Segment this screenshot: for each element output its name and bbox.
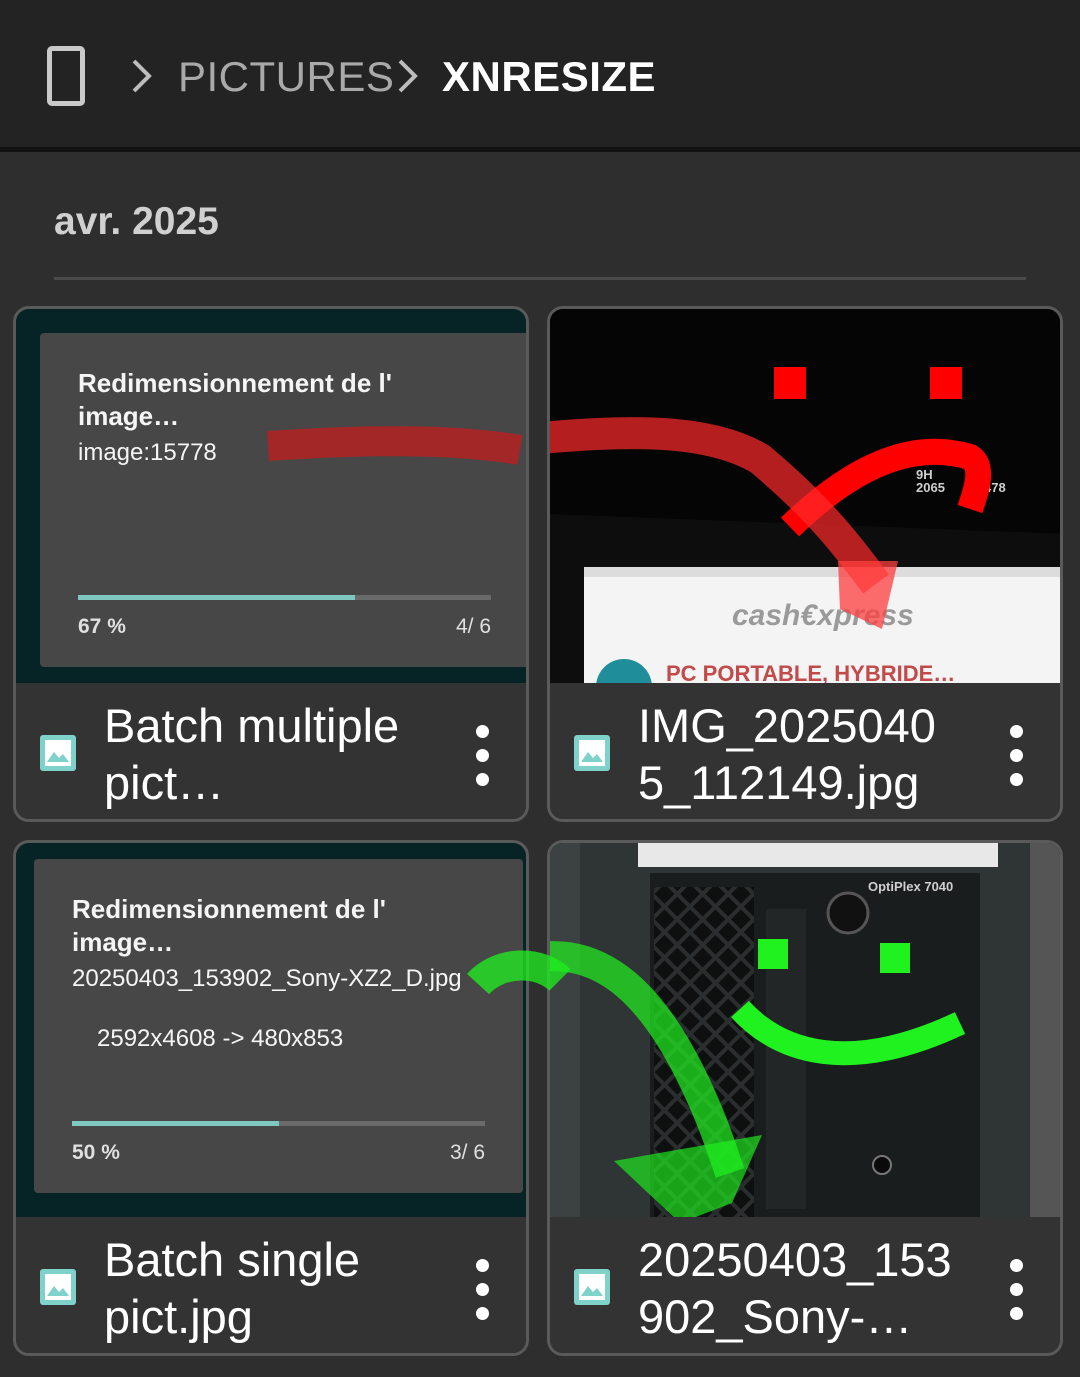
image-file-icon bbox=[574, 735, 610, 771]
file-name: Batch single pict.jpg bbox=[104, 1233, 361, 1343]
dialog-message: 20250403_153902_Sony-XZ2_D.jpg bbox=[72, 965, 462, 992]
image-file-icon bbox=[40, 1269, 76, 1305]
more-vert-icon[interactable] bbox=[468, 1259, 498, 1320]
dialog-title: Redimensionnement de l' image… bbox=[72, 894, 386, 957]
section-date-header: avr. 2025 bbox=[54, 200, 219, 243]
dialog-message: image:15778 bbox=[78, 439, 217, 466]
file-card-batch-single[interactable]: Redimensionnement de l' image… 20250403_… bbox=[13, 840, 529, 1356]
progress-bar bbox=[72, 1121, 485, 1126]
photo-model: OptiPlex 7040 bbox=[868, 879, 953, 894]
progress-percent: 67 % bbox=[78, 615, 126, 638]
file-name: Batch multiple pict… bbox=[104, 699, 400, 809]
photo-caption: PC PORTABLE, HYBRIDE… bbox=[666, 661, 955, 683]
file-name: IMG_20250405_112149.jpg bbox=[638, 699, 936, 809]
image-file-icon bbox=[40, 735, 76, 771]
photo-label-mid: 2065 bbox=[916, 480, 945, 495]
progress-bar bbox=[78, 595, 491, 600]
progress-fill bbox=[78, 595, 355, 600]
chevron-right-icon bbox=[398, 59, 418, 93]
file-card-batch-multiple[interactable]: Redimensionnement de l' image… image:157… bbox=[13, 306, 529, 822]
file-name: 20250403_153902_Sony-… bbox=[638, 1233, 952, 1343]
progress-dialog: Redimensionnement de l' image… 20250403_… bbox=[34, 859, 523, 1193]
thumbnail: Redimensionnement de l' image… image:157… bbox=[16, 309, 526, 683]
dialog-title: Redimensionnement de l' image… bbox=[78, 368, 392, 431]
card-footer: 20250403_153902_Sony-… bbox=[550, 1217, 1060, 1353]
image-file-icon bbox=[574, 1269, 610, 1305]
photo-thumbnail: OptiPlex 7040 bbox=[550, 843, 1060, 1217]
photo-happy-face-drawing: OptiPlex 7040 bbox=[550, 843, 1060, 1217]
section-divider bbox=[54, 277, 1026, 280]
top-bar: PICTURES XNRESIZE bbox=[0, 0, 1080, 152]
card-footer: Batch single pict.jpg bbox=[16, 1217, 526, 1353]
progress-fill bbox=[72, 1121, 279, 1126]
progress-dialog: Redimensionnement de l' image… image:157… bbox=[40, 333, 526, 667]
dialog-dimensions: 2592x4608 -> 480x853 bbox=[97, 1025, 344, 1052]
breadcrumb-xnresize[interactable]: XNRESIZE bbox=[442, 52, 656, 102]
chevron-right-icon bbox=[132, 59, 152, 93]
more-vert-icon[interactable] bbox=[468, 725, 498, 786]
progress-count: 3/ 6 bbox=[449, 1141, 485, 1164]
file-card-img-20250405[interactable]: 9H 2065 478 2 cash€xpress PC PORTABLE, H… bbox=[547, 306, 1063, 822]
progress-count: 4/ 6 bbox=[455, 615, 491, 638]
card-footer: IMG_20250405_112149.jpg bbox=[550, 683, 1060, 819]
photo-thumbnail: 9H 2065 478 2 cash€xpress PC PORTABLE, H… bbox=[550, 309, 1060, 683]
card-footer: Batch multiple pict… bbox=[16, 683, 526, 819]
file-card-20250403-sony[interactable]: OptiPlex 7040 20250403_153902_Sony-… bbox=[547, 840, 1063, 1356]
photo-sad-face-drawing: 9H 2065 478 2 cash€xpress PC PORTABLE, H… bbox=[550, 309, 1060, 683]
thumbnail: Redimensionnement de l' image… 20250403_… bbox=[16, 843, 526, 1217]
phone-icon[interactable] bbox=[47, 46, 85, 106]
more-vert-icon[interactable] bbox=[1002, 1259, 1032, 1320]
more-vert-icon[interactable] bbox=[1002, 725, 1032, 786]
progress-percent: 50 % bbox=[72, 1141, 120, 1164]
breadcrumb-pictures[interactable]: PICTURES bbox=[178, 52, 394, 102]
